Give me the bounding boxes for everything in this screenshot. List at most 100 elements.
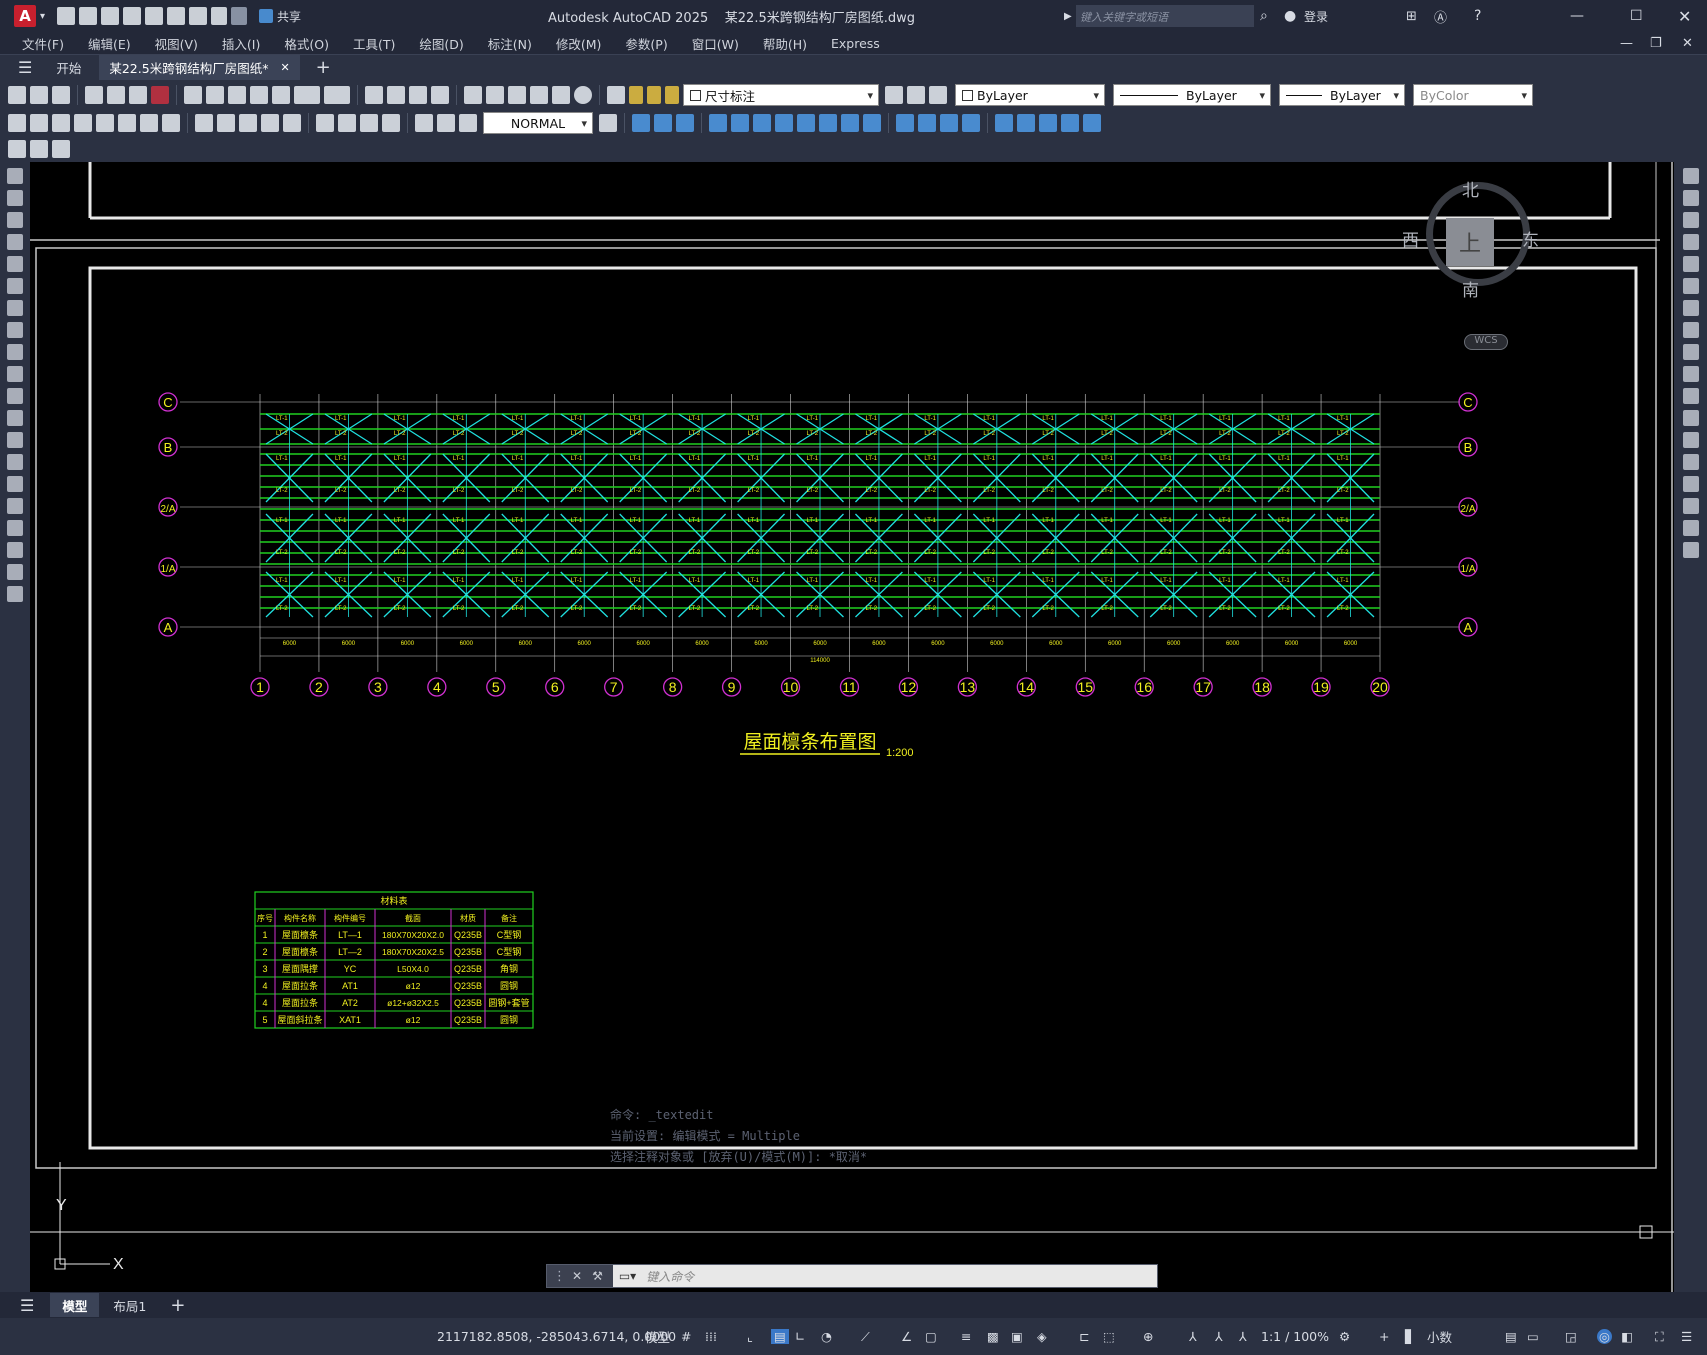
ucs-previous-icon[interactable] — [1039, 114, 1057, 132]
extend-icon[interactable] — [1682, 388, 1699, 404]
move-icon[interactable] — [1682, 278, 1699, 294]
new-tab-icon[interactable]: + — [316, 57, 331, 78]
rectangle-icon[interactable] — [7, 256, 23, 272]
menu-format[interactable]: 格式(O) — [272, 34, 341, 53]
tab-start[interactable]: 开始 — [56, 58, 81, 77]
3d-print-icon[interactable] — [151, 86, 169, 104]
command-close-icon[interactable]: ✕ — [572, 1269, 582, 1283]
save-as-icon[interactable] — [123, 7, 142, 25]
modeling-wedge-icon[interactable] — [654, 114, 672, 132]
make-current-layer-icon[interactable] — [885, 86, 903, 104]
hatch-icon[interactable] — [7, 476, 23, 492]
fullscreen-icon[interactable]: ⛶ — [1655, 1329, 1664, 1345]
units-value[interactable]: 小数 — [1427, 1327, 1452, 1346]
tab-close-icon[interactable]: ✕ — [280, 61, 289, 74]
isolate-objects-icon[interactable]: ◲ — [1565, 1329, 1577, 1344]
auto-scale-icon[interactable]: ⅄ — [1215, 1329, 1223, 1344]
new-icon[interactable] — [8, 86, 26, 104]
menu-express[interactable]: Express — [819, 36, 892, 51]
explode-icon[interactable] — [1682, 542, 1699, 558]
paste-icon[interactable] — [228, 86, 246, 104]
model-space-button[interactable]: 模型 — [645, 1327, 670, 1346]
circle-icon[interactable] — [7, 300, 23, 316]
search-input[interactable]: 键入关键字或短语 — [1076, 5, 1254, 27]
share-icon[interactable] — [259, 9, 274, 23]
menu-dimension[interactable]: 标注(N) — [476, 34, 544, 53]
viewcube[interactable]: 北 南 西 东 上 — [1394, 168, 1544, 301]
grid-icon[interactable]: # — [681, 1329, 691, 1344]
quick-dim-icon[interactable] — [195, 114, 213, 132]
infer-constraints-icon[interactable]: ⌞ — [747, 1329, 753, 1344]
app-menu-button[interactable]: A — [14, 5, 36, 27]
ucs-face-icon[interactable] — [1061, 114, 1079, 132]
line-tool-icon[interactable] — [7, 168, 23, 184]
command-input[interactable]: ▭▾ 键入命令 — [612, 1265, 1157, 1287]
arc-length-icon[interactable] — [52, 114, 70, 132]
hamburger-menu-icon[interactable]: ☰ — [18, 58, 32, 77]
graphics-performance-icon[interactable]: ◎ — [1597, 1329, 1612, 1344]
layer-states-icon[interactable] — [929, 86, 947, 104]
maximize-button[interactable]: ☐ — [1630, 8, 1643, 24]
command-prompt-icon[interactable]: ▭▾ — [619, 1269, 636, 1283]
publish-icon[interactable] — [129, 86, 147, 104]
annotation-scale-value[interactable]: 1:1 / 100% — [1261, 1329, 1329, 1344]
clean-screen-icon[interactable]: ◧ — [1621, 1329, 1633, 1344]
ucs-world-icon[interactable] — [1017, 114, 1035, 132]
annotation-scale-icon[interactable]: ⅄ — [1239, 1329, 1247, 1344]
open-icon[interactable] — [30, 86, 48, 104]
doc-restore-button[interactable]: ❐ — [1650, 36, 1662, 51]
angular-dim-icon[interactable] — [162, 114, 180, 132]
layer-walk-icon[interactable] — [52, 140, 70, 158]
object-snap-tracking-icon[interactable]: ∠ — [901, 1329, 912, 1344]
viewcube-south[interactable]: 南 — [1462, 276, 1479, 301]
menu-window[interactable]: 窗口(W) — [680, 34, 751, 53]
transparency-icon[interactable]: ▩ — [987, 1329, 999, 1344]
layer-properties-icon[interactable] — [607, 86, 625, 104]
chamfer-icon[interactable] — [1682, 476, 1699, 492]
save-toolbar-icon[interactable] — [52, 86, 70, 104]
union-icon[interactable] — [819, 114, 837, 132]
center-mark-icon[interactable] — [338, 114, 356, 132]
diameter-dim-icon[interactable] — [140, 114, 158, 132]
scale-icon[interactable] — [1682, 322, 1699, 338]
snap-mode-icon[interactable]: ⁞⁞⁞ — [705, 1329, 717, 1344]
dim-text-edit-icon[interactable] — [437, 114, 455, 132]
doc-close-button[interactable]: ✕ — [1682, 36, 1693, 51]
modeling-cone-icon[interactable] — [676, 114, 694, 132]
open-web-icon[interactable] — [145, 7, 164, 25]
pan-icon[interactable] — [365, 86, 383, 104]
ortho-icon[interactable]: ∟ — [795, 1329, 805, 1344]
workspace-gear-icon[interactable]: ⚙ — [1339, 1329, 1350, 1344]
status-menu-icon[interactable]: ☰ — [1681, 1329, 1692, 1344]
drawing-canvas[interactable]: 1 2 3 4 5 6 7 8 9 10 11 12 13 14 15 16 17 18 19 20 C C B B 2/A 2/… — [30, 162, 1674, 1292]
3d-align-icon[interactable] — [940, 114, 958, 132]
menu-parametric[interactable]: 参数(P) — [613, 34, 679, 53]
minimize-button[interactable]: — — [1570, 8, 1584, 24]
menu-edit[interactable]: 编辑(E) — [76, 34, 143, 53]
3d-array-icon[interactable] — [962, 114, 980, 132]
undo-toolbar-icon[interactable] — [294, 86, 320, 104]
edit-text-icon[interactable] — [8, 140, 26, 158]
dim-update-icon[interactable] — [459, 114, 477, 132]
3d-move-icon[interactable] — [896, 114, 914, 132]
gizmo-icon[interactable]: ⊕ — [1143, 1329, 1153, 1344]
selection-filter-icon[interactable]: ⬚ — [1103, 1329, 1115, 1344]
radius-dim-icon[interactable] — [96, 114, 114, 132]
wcs-menu-button[interactable]: WCS — [1464, 334, 1508, 350]
menu-file[interactable]: 文件(F) — [10, 34, 76, 53]
viewcube-top-face[interactable]: 上 — [1446, 218, 1494, 266]
selection-cycling-icon[interactable]: ▣ — [1011, 1329, 1023, 1344]
share-button[interactable]: 共享 — [277, 8, 301, 25]
annotation-visibility-icon[interactable]: ⅄ — [1189, 1329, 1197, 1344]
lineweight-icon[interactable]: ≡ — [961, 1329, 971, 1344]
jogged-dim-icon[interactable] — [118, 114, 136, 132]
close-button[interactable]: ✕ — [1678, 7, 1691, 26]
spline-icon[interactable] — [7, 344, 23, 360]
jogged-linear-icon[interactable] — [382, 114, 400, 132]
polygon-icon[interactable] — [7, 234, 23, 250]
trim-icon[interactable] — [1682, 366, 1699, 382]
save-icon[interactable] — [101, 7, 120, 25]
menu-modify[interactable]: 修改(M) — [544, 34, 614, 53]
ellipse-arc-icon[interactable] — [7, 388, 23, 404]
point-icon[interactable] — [7, 454, 23, 470]
